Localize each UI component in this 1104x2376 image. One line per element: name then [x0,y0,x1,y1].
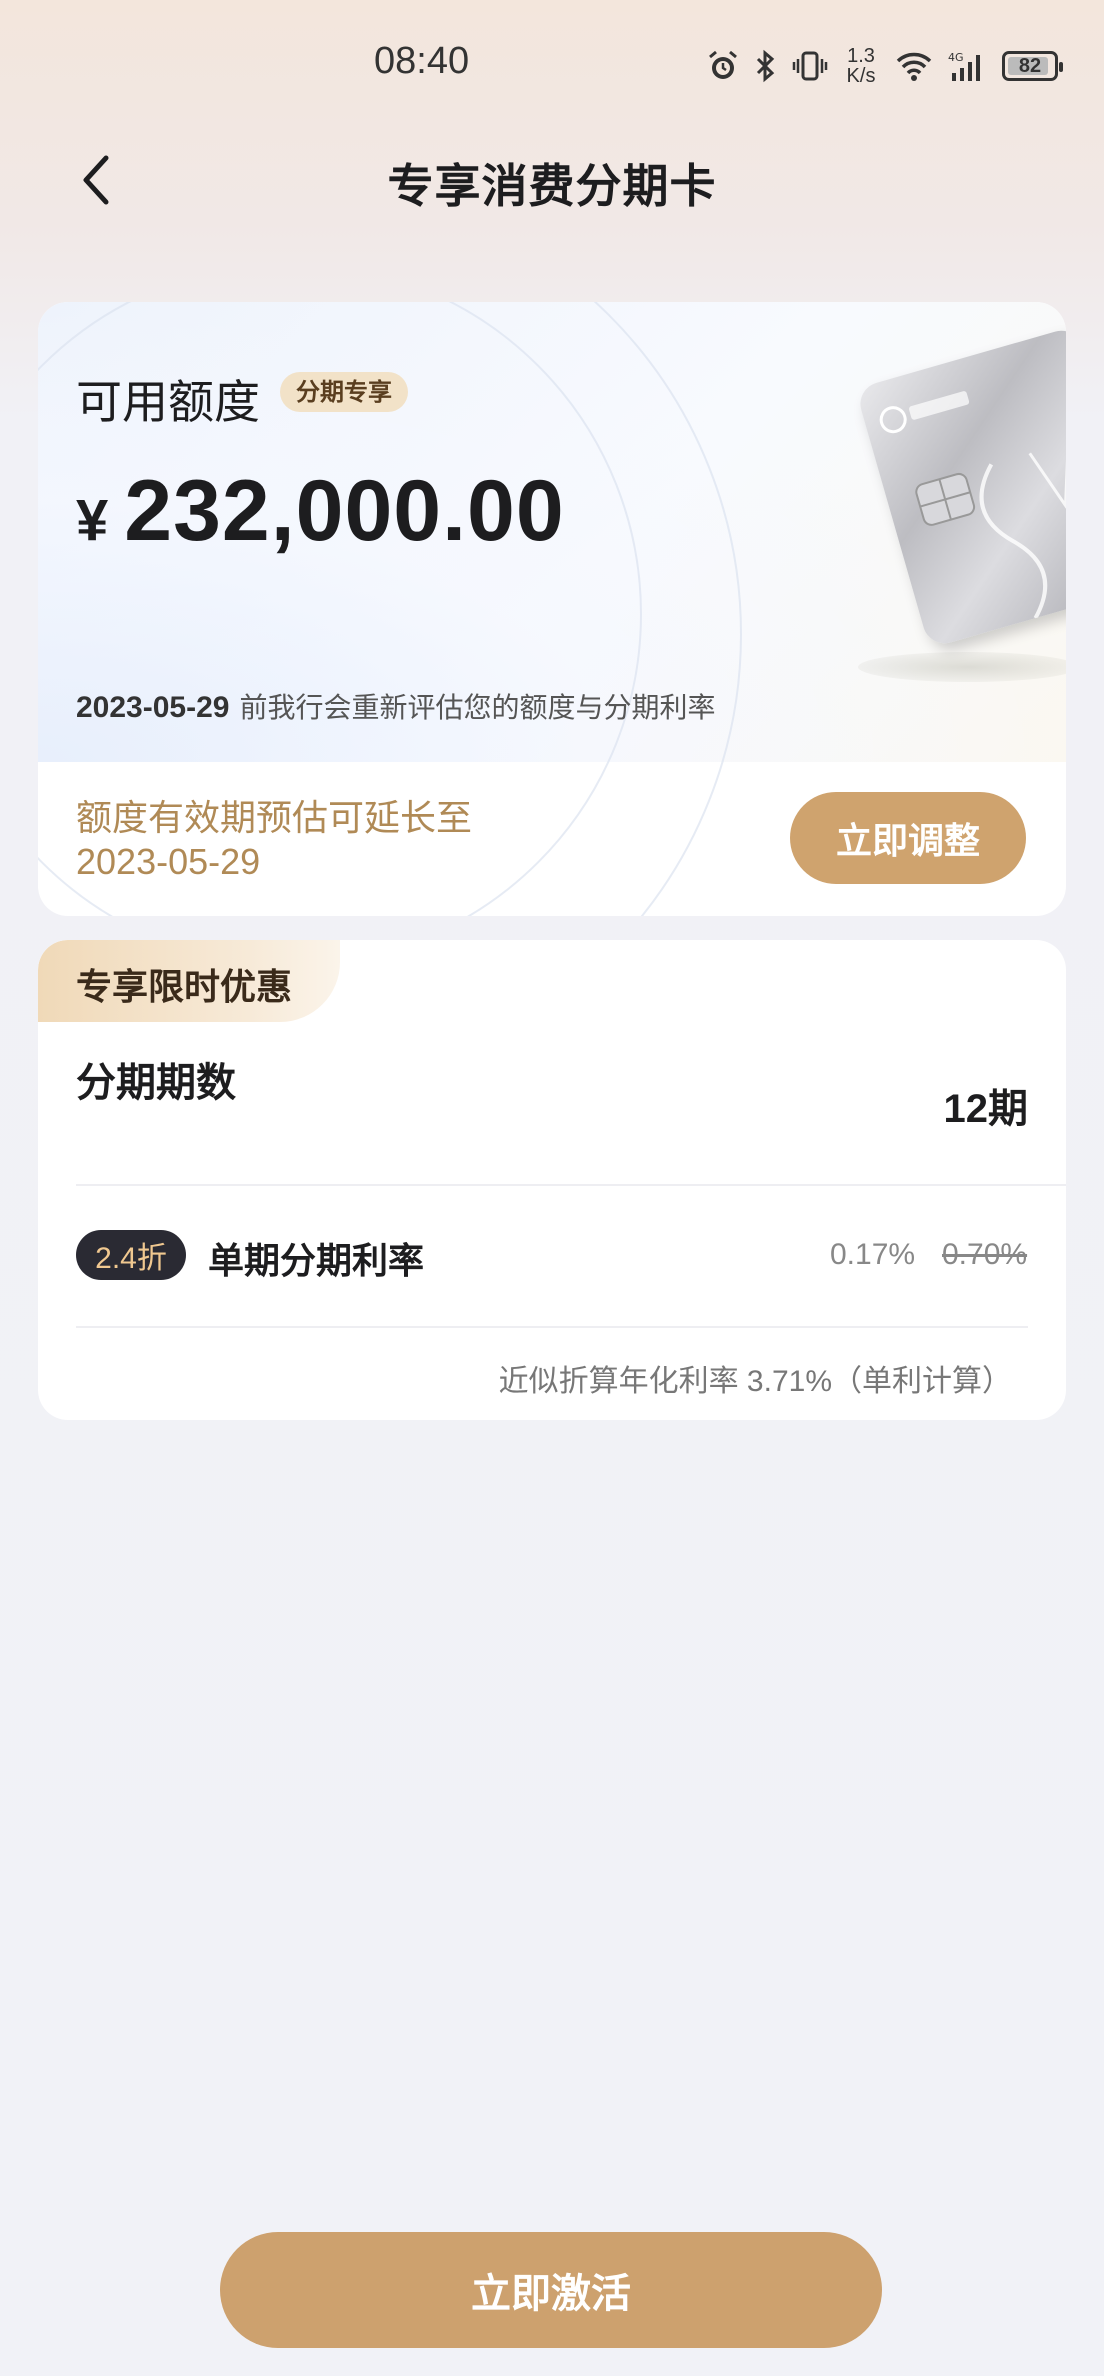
available-limit-label: 可用额度 [76,376,260,428]
activate-button[interactable]: 立即激活 [220,2232,882,2348]
discount-badge: 2.4折 [76,1230,186,1280]
validity-line: 额度有效期预估可延长至 [76,797,473,838]
credit-card-image [848,322,1066,649]
divider [76,1326,1028,1328]
status-bar: 08:40 1.3 K/s 4G 82 [0,0,1104,130]
reevaluation-note: 2023-05-29 前我行会重新评估您的额度与分期利率 [76,686,715,726]
alarm-icon [706,49,740,83]
battery-icon: 82 [1002,51,1063,81]
currency-symbol: ¥ [76,488,109,553]
status-icons: 1.3 K/s 4G 82 [706,40,1063,92]
card-chip-icon [879,391,1066,620]
validity-date: 2023-05-29 [76,841,261,882]
validity-note: 额度有效期预估可延长至 2023-05-29 [76,796,472,884]
limit-card-header: 可用额度 分期专享 ¥ 232,000.00 2023-05-29 前我行会重新评… [38,302,1066,916]
reevaluation-text: 前我行会重新评估您的额度与分期利率 [239,692,716,723]
battery-level: 82 [1018,54,1042,77]
vibrate-icon [792,49,828,83]
signal-icon: 4G [948,49,988,83]
offer-tag-label: 专享限时优惠 [76,966,293,1008]
card-shadow [858,652,1066,682]
bluetooth-icon [754,49,778,83]
annual-rate-note: 近似折算年化利率 3.71%（单利计算） [498,1365,1012,1398]
page-title: 专享消费分期卡 [387,160,717,212]
offer-tag: 专享限时优惠 [38,940,340,1022]
net-speed: 1.3 K/s [846,45,876,87]
divider [76,1184,1066,1186]
installment-badge: 分期专享 [280,372,408,412]
nav-bar: 专享消费分期卡 [0,140,1104,220]
rate-discounted: 0.17% [830,1238,916,1271]
wifi-icon [894,49,934,83]
reevaluation-date: 2023-05-29 [76,691,230,724]
term-label: 分期期数 [76,1061,236,1105]
limit-card: 可用额度 分期专享 ¥ 232,000.00 2023-05-29 前我行会重新评… [38,302,1066,916]
available-amount: 232,000.00 [124,463,565,559]
rate-label: 单期分期利率 [208,1240,425,1281]
adjust-button[interactable]: 立即调整 [790,792,1026,884]
term-value[interactable]: 12期 [944,1076,1029,1134]
amount-row: ¥ 232,000.00 [76,462,565,561]
offer-card: 专享限时优惠 分期期数 12期 2.4折 单期分期利率 0.17% 0.70% … [38,940,1066,1420]
rate-original: 0.70% [942,1238,1028,1271]
status-time: 08:40 [374,40,470,82]
svg-text:4G: 4G [948,51,964,64]
credit-card-body [855,325,1066,649]
